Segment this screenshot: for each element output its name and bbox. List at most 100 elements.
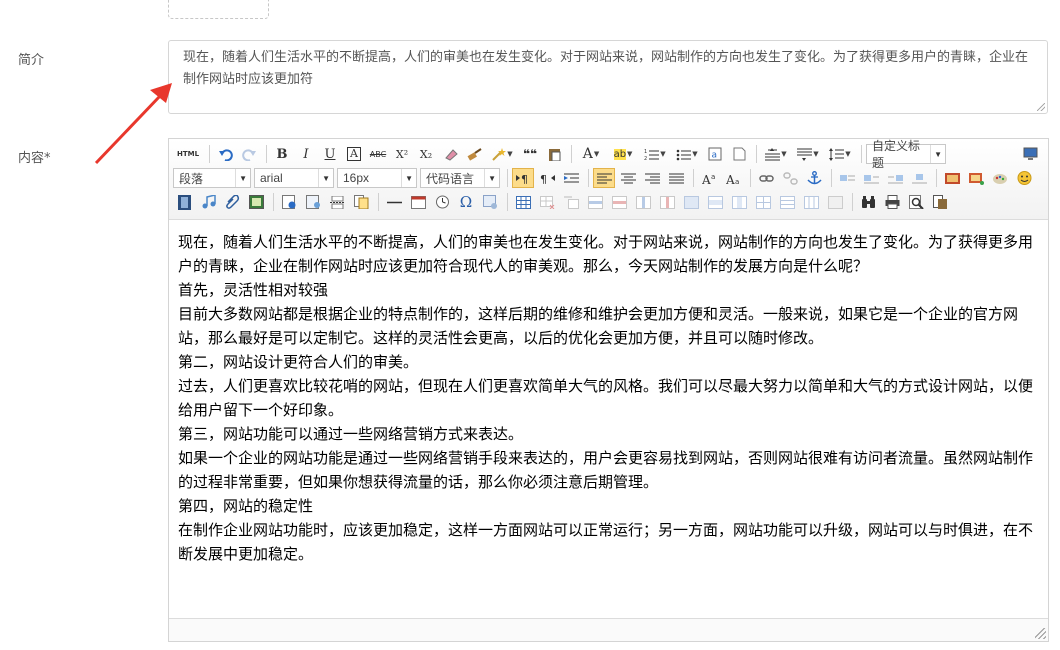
redo-button[interactable] bbox=[238, 144, 260, 164]
emotion-button[interactable] bbox=[1013, 168, 1035, 188]
image-none-button[interactable] bbox=[836, 168, 858, 188]
font-family-select[interactable]: arial ▼ bbox=[254, 168, 334, 188]
charts-button[interactable] bbox=[824, 192, 846, 212]
to-uppercase-button[interactable]: Aa bbox=[698, 168, 720, 188]
wordimage-button[interactable] bbox=[479, 192, 501, 212]
strikethrough-button[interactable]: ABC bbox=[367, 144, 389, 164]
insert-video-button[interactable] bbox=[173, 192, 195, 212]
unlink-button[interactable] bbox=[779, 168, 801, 188]
format-match-button[interactable] bbox=[463, 144, 485, 164]
forecolor-label: A bbox=[582, 146, 593, 162]
search-replace-button[interactable] bbox=[857, 192, 879, 212]
bold-button[interactable]: B bbox=[271, 144, 293, 164]
anchor-button[interactable] bbox=[803, 168, 825, 188]
music-button[interactable] bbox=[197, 192, 219, 212]
page-break-button[interactable] bbox=[326, 192, 348, 212]
insert-row-button[interactable] bbox=[584, 192, 606, 212]
backcolor-button[interactable]: ab ▼ bbox=[608, 144, 638, 164]
date-button[interactable] bbox=[407, 192, 429, 212]
lowercase-icon: Aa bbox=[726, 173, 739, 185]
paste-plain-button[interactable] bbox=[543, 144, 565, 164]
autotypeset-button[interactable]: ▼ bbox=[487, 144, 517, 164]
code-language-select[interactable]: 代码语言 ▼ bbox=[420, 168, 500, 188]
link-button[interactable] bbox=[755, 168, 777, 188]
superscript-button[interactable]: X² bbox=[391, 144, 413, 164]
direction-rtl-button[interactable]: ¶ bbox=[536, 168, 558, 188]
merge-right-button[interactable] bbox=[704, 192, 726, 212]
image-left-button[interactable] bbox=[860, 168, 882, 188]
html-source-button[interactable]: HTML bbox=[173, 144, 203, 164]
summary-textarea[interactable]: 现在，随着人们生活水平的不断提高，人们的审美也在发生变化。对于网站来说，网站制作… bbox=[168, 40, 1048, 114]
insert-code-button[interactable] bbox=[278, 192, 300, 212]
image-align-none-icon bbox=[839, 174, 855, 181]
align-justify-button[interactable] bbox=[665, 168, 687, 188]
unordered-list-button[interactable]: ▼ bbox=[672, 144, 702, 164]
row-spacing-top-button[interactable]: ▼ bbox=[761, 144, 791, 164]
paragraph-ltr-icon: ¶ bbox=[515, 173, 528, 185]
paragraph-select[interactable]: 段落 ▼ bbox=[173, 168, 251, 188]
insert-paragraph-before-table-button[interactable] bbox=[560, 192, 582, 212]
image-insert-icon bbox=[968, 172, 984, 185]
scrawl-button[interactable] bbox=[989, 168, 1011, 188]
horizontal-rule-button[interactable] bbox=[383, 192, 405, 212]
insert-frame-button[interactable] bbox=[245, 192, 267, 212]
custom-title-select[interactable]: 自定义标题 ▼ bbox=[866, 139, 946, 170]
split-to-rows-button[interactable] bbox=[776, 192, 798, 212]
split-to-cells-button[interactable] bbox=[752, 192, 774, 212]
italic-button[interactable]: I bbox=[295, 144, 317, 164]
simple-upload-button[interactable] bbox=[941, 168, 963, 188]
print-button[interactable] bbox=[881, 192, 903, 212]
align-center-button[interactable] bbox=[617, 168, 639, 188]
table-merge-right-icon bbox=[707, 195, 723, 209]
delete-row-button[interactable] bbox=[608, 192, 630, 212]
delete-table-button[interactable] bbox=[536, 192, 558, 212]
row-spacing-bottom-button[interactable]: ▼ bbox=[793, 144, 823, 164]
subscript-button[interactable]: X₂ bbox=[415, 144, 437, 164]
insert-image-button[interactable] bbox=[965, 168, 987, 188]
image-align-center-icon bbox=[911, 173, 927, 183]
map-button[interactable] bbox=[302, 192, 324, 212]
font-size-select[interactable]: 16px ▼ bbox=[337, 168, 417, 188]
image-center-button[interactable] bbox=[908, 168, 930, 188]
upload-box[interactable] bbox=[168, 0, 269, 19]
merge-down-button[interactable] bbox=[728, 192, 750, 212]
attachment-button[interactable] bbox=[221, 192, 243, 212]
page-break-icon bbox=[329, 195, 345, 209]
delete-col-button[interactable] bbox=[656, 192, 678, 212]
image-right-button[interactable] bbox=[884, 168, 906, 188]
summary-text: 现在，随着人们生活水平的不断提高，人们的审美也在发生变化。对于网站来说，网站制作… bbox=[183, 50, 1029, 87]
underline-button[interactable]: U bbox=[319, 144, 341, 164]
insert-col-button[interactable] bbox=[632, 192, 654, 212]
to-lowercase-button[interactable]: Aa bbox=[722, 168, 744, 188]
fullscreen-button[interactable] bbox=[1019, 144, 1041, 164]
template-button[interactable] bbox=[350, 192, 372, 212]
text-box-icon: a bbox=[708, 147, 722, 161]
brush-icon bbox=[467, 147, 482, 161]
align-left-button[interactable] bbox=[593, 168, 615, 188]
chevron-down-icon: ▼ bbox=[235, 169, 247, 187]
forecolor-button[interactable]: A ▼ bbox=[576, 144, 606, 164]
undo-button[interactable] bbox=[214, 144, 236, 164]
direction-ltr-button[interactable]: ¶ bbox=[512, 168, 534, 188]
split-to-cols-button[interactable] bbox=[800, 192, 822, 212]
ordered-list-button[interactable]: 1 2 ▼ bbox=[640, 144, 670, 164]
special-chars-button[interactable]: Ω bbox=[455, 192, 477, 212]
resize-grip-icon[interactable] bbox=[1035, 628, 1046, 639]
remove-format-button[interactable] bbox=[439, 144, 461, 164]
align-right-button[interactable] bbox=[641, 168, 663, 188]
merge-cells-button[interactable] bbox=[680, 192, 702, 212]
blockquote-button[interactable]: ❝❝ bbox=[519, 144, 541, 164]
indent-button[interactable] bbox=[560, 168, 582, 188]
insert-text-button[interactable]: a bbox=[704, 144, 726, 164]
drafts-button[interactable] bbox=[929, 192, 951, 212]
preview-button[interactable] bbox=[905, 192, 927, 212]
resize-grip-icon[interactable] bbox=[1037, 103, 1045, 111]
map-icon bbox=[305, 195, 320, 209]
font-border-label: A bbox=[347, 147, 361, 161]
line-height-button[interactable]: ▼ bbox=[825, 144, 855, 164]
time-button[interactable] bbox=[431, 192, 453, 212]
insert-table-button[interactable] bbox=[512, 192, 534, 212]
insert-page-button[interactable] bbox=[728, 144, 750, 164]
font-border-button[interactable]: A bbox=[343, 144, 365, 164]
editor-content[interactable]: 现在，随着人们生活水平的不断提高，人们的审美也在发生变化。对于网站来说，网站制作… bbox=[169, 220, 1048, 618]
